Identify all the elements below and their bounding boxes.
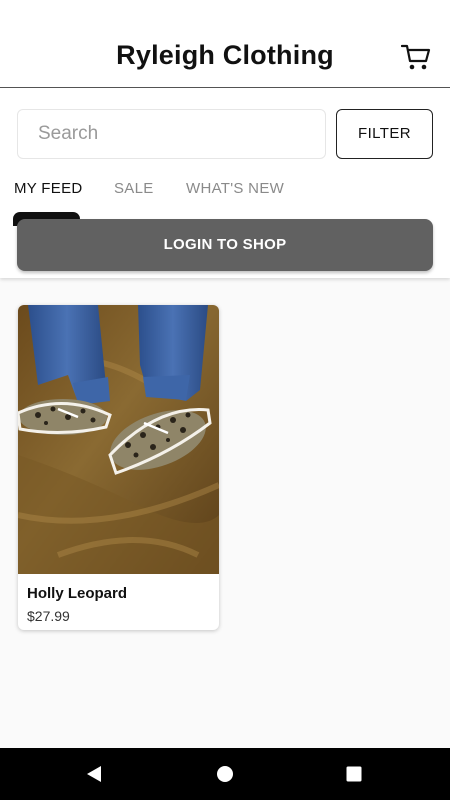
product-card[interactable]: Holly Leopard $27.99 <box>18 305 219 630</box>
cart-icon[interactable] <box>401 43 431 71</box>
page-title: Ryleigh Clothing <box>116 40 334 70</box>
filter-button[interactable]: FILTER <box>336 109 433 159</box>
back-icon[interactable] <box>64 748 124 800</box>
recents-icon[interactable] <box>324 748 384 800</box>
home-icon[interactable] <box>195 748 255 800</box>
search-filter-panel: FILTER MY FEED SALE WHAT'S NEW LOGIN TO … <box>0 88 450 278</box>
tab-my-feed[interactable]: MY FEED <box>14 180 83 197</box>
search-input[interactable] <box>17 109 326 159</box>
app-header: Ryleigh Clothing <box>0 0 450 88</box>
tab-whats-new[interactable]: WHAT'S NEW <box>186 180 284 197</box>
product-price: $27.99 <box>27 608 70 624</box>
product-photo <box>18 305 219 574</box>
system-nav-bar <box>0 748 450 800</box>
product-name: Holly Leopard <box>27 585 128 602</box>
login-to-shop-button[interactable]: LOGIN TO SHOP <box>17 219 433 271</box>
tab-sale[interactable]: SALE <box>114 180 154 197</box>
